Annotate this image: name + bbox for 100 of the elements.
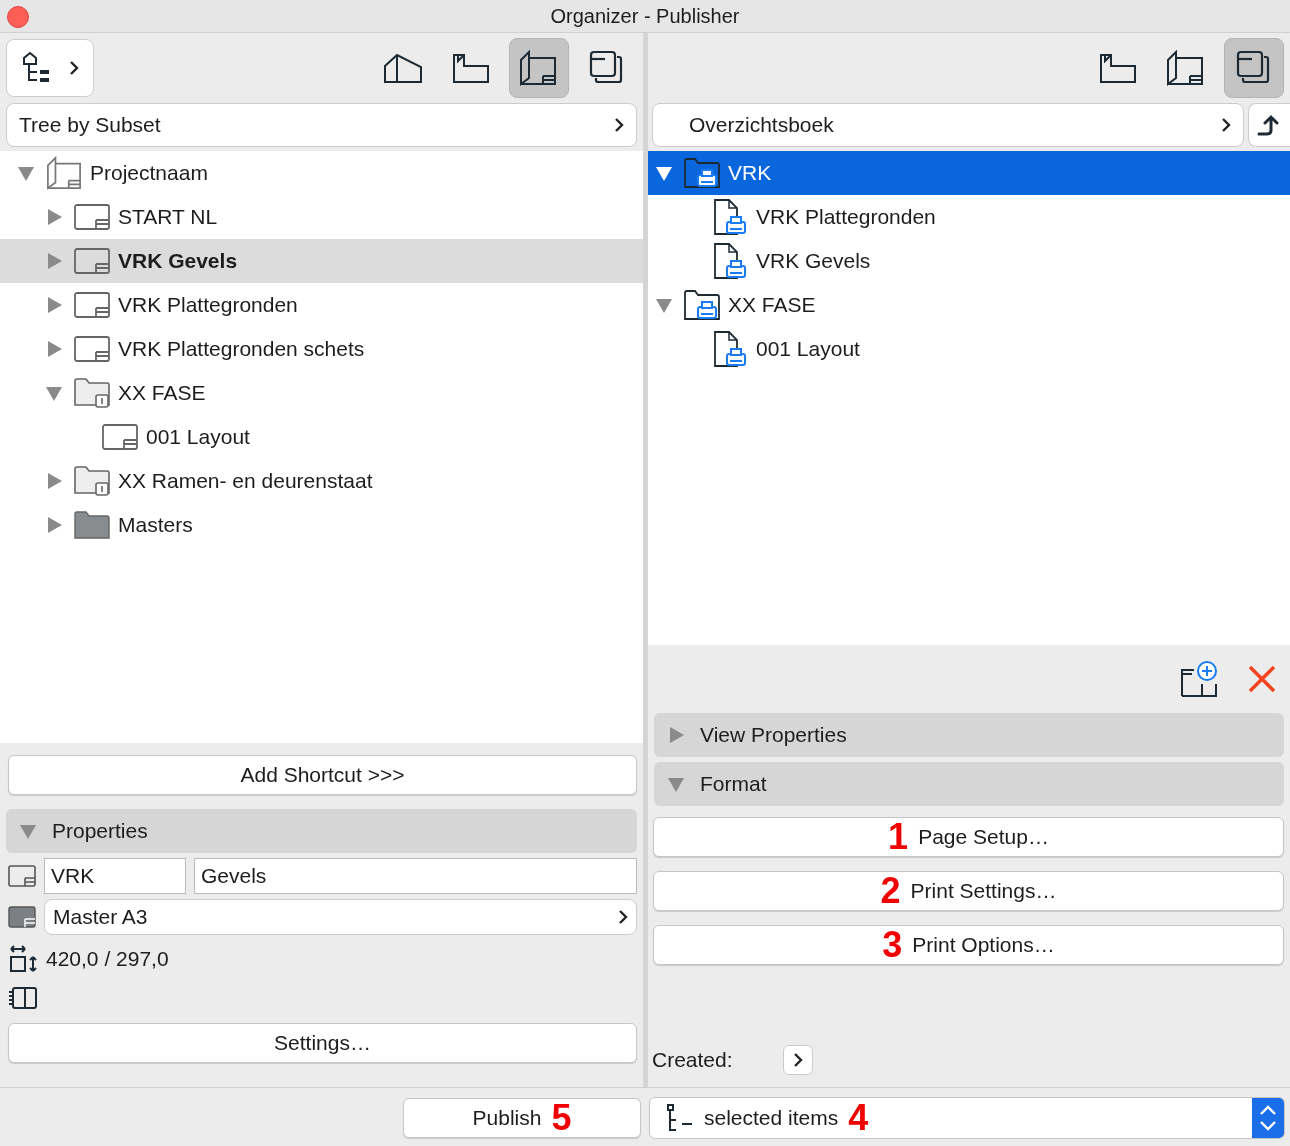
annotation-number: 1 (888, 822, 909, 852)
layout-sheet-icon (102, 424, 138, 450)
annotation-number: 5 (551, 1103, 572, 1133)
tree-item-label: VRK (728, 161, 772, 185)
tree-row[interactable]: START NL (0, 195, 643, 239)
layout-sheet-icon (74, 204, 110, 230)
tree-row[interactable]: XX FASE (0, 371, 643, 415)
document-printer-icon (713, 198, 747, 236)
layout-icon (519, 50, 559, 86)
folder-icon (74, 510, 110, 540)
tree-row[interactable]: VRK (648, 151, 1290, 195)
created-label: Created: (652, 1048, 733, 1072)
chevron-right-icon (1221, 117, 1231, 133)
name-field[interactable]: Gevels (194, 858, 637, 894)
tree-item-label: XX Ramen- en deurenstaat (118, 469, 373, 493)
tree-row[interactable]: 001 Layout (648, 327, 1290, 371)
tree-row[interactable]: Projectnaam (0, 151, 643, 195)
tree-row[interactable]: VRK Gevels (0, 239, 643, 283)
size-icon (8, 945, 38, 973)
tree-item-label: VRK Gevels (756, 249, 871, 273)
tree-row[interactable]: 001 Layout (0, 415, 643, 459)
layout-icon (1166, 50, 1206, 86)
layout-sheet-icon (74, 336, 110, 362)
view-source-dropdown[interactable]: Tree by Subset (6, 103, 637, 147)
chevron-right-icon (614, 117, 624, 133)
tree-item-label: VRK Gevels (118, 249, 238, 273)
format-button[interactable]: 1 Page Setup… (653, 817, 1284, 857)
tree-item-label: VRK Plattegronden (118, 293, 298, 317)
stepper-icon (1252, 1098, 1284, 1138)
tree-item-label: Projectnaam (90, 161, 208, 185)
new-folder-icon[interactable] (1180, 660, 1218, 698)
disclosure-triangle-icon[interactable] (45, 208, 63, 226)
publish-scope-dropdown[interactable]: selected items 4 (649, 1097, 1285, 1139)
settings-button[interactable]: Settings… (8, 1023, 637, 1063)
disclosure-triangle-icon[interactable] (45, 296, 63, 314)
annotation-number: 2 (880, 876, 901, 906)
disclosure-triangle-icon[interactable] (19, 822, 37, 840)
folder-icon (74, 465, 110, 497)
disclosure-triangle-icon[interactable] (667, 726, 685, 744)
tree-item-label: XX FASE (118, 381, 206, 405)
format-button[interactable]: 2 Print Settings… (653, 871, 1284, 911)
tree-row[interactable]: XX FASE (648, 283, 1290, 327)
tree-item-label: VRK Plattegronden (756, 205, 936, 229)
section-header[interactable]: Format (654, 762, 1284, 806)
folder-printer-icon (684, 289, 720, 321)
tree-list-icon (666, 1104, 694, 1132)
publisher-set-dropdown[interactable]: Overzichtsboek (652, 103, 1244, 147)
format-button[interactable]: 3 Print Options… (653, 925, 1284, 965)
folder-printer-icon (684, 157, 720, 189)
disclosure-triangle-icon[interactable] (45, 472, 63, 490)
chevron-right-icon (69, 60, 79, 76)
delete-icon[interactable] (1248, 665, 1276, 693)
tree-item-label: XX FASE (728, 293, 816, 317)
close-window-button[interactable] (7, 6, 29, 28)
id-field[interactable]: VRK (44, 858, 186, 894)
disclosure-triangle-icon[interactable] (655, 296, 673, 314)
document-printer-icon (713, 330, 747, 368)
disclosure-triangle-icon[interactable] (17, 164, 35, 182)
disclosure-triangle-icon[interactable] (655, 164, 673, 182)
stack-icon (589, 50, 625, 86)
section-header[interactable]: View Properties (654, 713, 1284, 757)
size-value: 420,0 / 297,0 (46, 947, 169, 971)
sheet-icon (1099, 52, 1137, 84)
disclosure-triangle-icon[interactable] (45, 252, 63, 270)
tree-structure-icon (21, 52, 51, 84)
folder-icon (74, 377, 110, 409)
chevron-right-icon (792, 1052, 803, 1068)
layout-sheet-icon (8, 865, 36, 887)
tree-row[interactable]: VRK Plattegronden (0, 283, 643, 327)
annotation-number: 3 (882, 930, 903, 960)
tree-item-label: 001 Layout (146, 425, 250, 449)
disclosure-triangle-icon[interactable] (667, 775, 685, 793)
window-title: Organizer - Publisher (550, 4, 740, 28)
sheet-icon (452, 52, 490, 84)
publish-button[interactable]: Publish 5 (403, 1098, 641, 1138)
view-button[interactable] (1224, 38, 1284, 98)
tree-item-label: 001 Layout (756, 337, 860, 361)
master-layout-icon (8, 906, 36, 928)
up-button[interactable] (1248, 103, 1290, 147)
tree-row[interactable]: XX Ramen- en deurenstaat (0, 459, 643, 503)
properties-header[interactable]: Properties (6, 809, 637, 853)
add-shortcut-button[interactable]: Add Shortcut >>> (8, 755, 637, 795)
disclosure-triangle-icon[interactable] (45, 340, 63, 358)
tree-item-label: START NL (118, 205, 218, 229)
tree-row[interactable]: VRK Plattegronden (648, 195, 1290, 239)
tree-row[interactable]: VRK Gevels (648, 239, 1290, 283)
tree-item-label: Masters (118, 513, 193, 537)
chevron-right-icon (618, 909, 628, 925)
tree-mode-button[interactable] (6, 39, 94, 97)
disclosure-triangle-icon[interactable] (45, 516, 63, 534)
tree-row[interactable]: VRK Plattegronden schets (0, 327, 643, 371)
view-button[interactable] (509, 38, 569, 98)
master-dropdown[interactable]: Master A3 (44, 899, 637, 935)
layout-sheet-icon (74, 292, 110, 318)
tree-row[interactable]: Masters (0, 503, 643, 547)
house-icon (383, 52, 423, 84)
book-icon (8, 987, 38, 1009)
disclosure-triangle-icon[interactable] (45, 384, 63, 402)
created-info-button[interactable] (782, 1045, 813, 1075)
annotation-number: 4 (848, 1103, 869, 1133)
